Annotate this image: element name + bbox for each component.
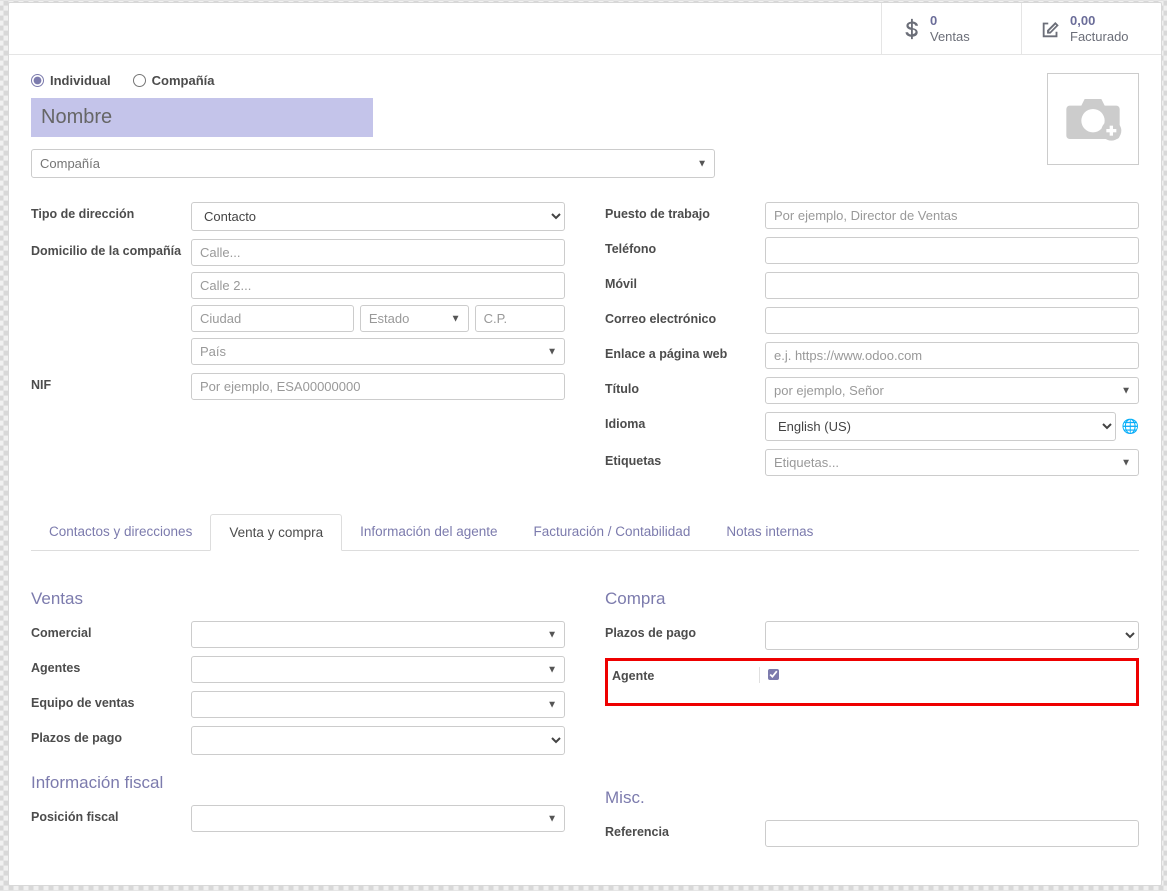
tags-label: Etiquetas bbox=[605, 449, 765, 468]
agents-input[interactable] bbox=[191, 656, 565, 683]
company-address-label: Domicilio de la compañía bbox=[31, 239, 191, 258]
tags-input[interactable] bbox=[765, 449, 1139, 476]
agents-label: Agentes bbox=[31, 656, 191, 675]
purchase-section-heading: Compra bbox=[605, 589, 1139, 609]
street2-input[interactable] bbox=[191, 272, 565, 299]
phone-input[interactable] bbox=[765, 237, 1139, 264]
nif-label: NIF bbox=[31, 373, 191, 392]
payment-terms-select[interactable] bbox=[191, 726, 565, 755]
pencil-note-icon bbox=[1040, 18, 1062, 40]
salesperson-label: Comercial bbox=[31, 621, 191, 640]
state-input[interactable] bbox=[360, 305, 469, 332]
website-label: Enlace a página web bbox=[605, 342, 765, 361]
fiscal-position-label: Posición fiscal bbox=[31, 805, 191, 824]
invoiced-stat-button[interactable]: 0,00 Facturado bbox=[1021, 3, 1161, 54]
city-input[interactable] bbox=[191, 305, 354, 332]
fiscal-section-heading: Información fiscal bbox=[31, 773, 565, 793]
phone-label: Teléfono bbox=[605, 237, 765, 256]
camera-plus-icon bbox=[1063, 94, 1123, 144]
nif-input[interactable] bbox=[191, 373, 565, 400]
payment-terms-label: Plazos de pago bbox=[31, 726, 191, 745]
sales-stat-value: 0 bbox=[930, 13, 970, 29]
invoiced-stat-value: 0,00 bbox=[1070, 13, 1129, 29]
purchase-payment-terms-label: Plazos de pago bbox=[605, 621, 765, 640]
tab-sale-purchase[interactable]: Venta y compra bbox=[210, 514, 342, 551]
image-upload-box[interactable] bbox=[1047, 73, 1139, 165]
radio-individual[interactable]: Individual bbox=[31, 73, 111, 88]
country-input[interactable] bbox=[191, 338, 565, 365]
language-label: Idioma bbox=[605, 412, 765, 431]
agent-checkbox-label: Agente bbox=[612, 667, 760, 683]
name-input[interactable] bbox=[31, 98, 373, 137]
title-input[interactable] bbox=[765, 377, 1139, 404]
street-input[interactable] bbox=[191, 239, 565, 266]
misc-section-heading: Misc. bbox=[605, 788, 1139, 808]
form-sheet: 0 Ventas 0,00 Facturado Individu bbox=[8, 2, 1162, 886]
dollar-icon bbox=[900, 18, 922, 40]
purchase-payment-terms-select[interactable] bbox=[765, 621, 1139, 650]
email-input[interactable] bbox=[765, 307, 1139, 334]
sales-stat-button[interactable]: 0 Ventas bbox=[881, 3, 1021, 54]
email-label: Correo electrónico bbox=[605, 307, 765, 326]
invoiced-stat-label: Facturado bbox=[1070, 29, 1129, 45]
company-select[interactable] bbox=[31, 149, 715, 178]
website-input[interactable] bbox=[765, 342, 1139, 369]
tab-agent-info[interactable]: Información del agente bbox=[342, 514, 515, 551]
job-input[interactable] bbox=[765, 202, 1139, 229]
zip-input[interactable] bbox=[475, 305, 565, 332]
tabs-row: Contactos y direcciones Venta y compra I… bbox=[31, 514, 1139, 551]
mobile-label: Móvil bbox=[605, 272, 765, 291]
radio-company[interactable]: Compañía bbox=[133, 73, 215, 88]
sales-team-label: Equipo de ventas bbox=[31, 691, 191, 710]
tab-contacts[interactable]: Contactos y direcciones bbox=[31, 514, 210, 551]
tab-accounting[interactable]: Facturación / Contabilidad bbox=[515, 514, 708, 551]
tab-notes[interactable]: Notas internas bbox=[708, 514, 831, 551]
stat-buttons-row: 0 Ventas 0,00 Facturado bbox=[9, 3, 1161, 55]
salesperson-input[interactable] bbox=[191, 621, 565, 648]
address-type-select[interactable]: Contacto bbox=[191, 202, 565, 231]
globe-icon[interactable]: 🌐 bbox=[1122, 418, 1139, 435]
sales-section-heading: Ventas bbox=[31, 589, 565, 609]
address-type-label: Tipo de dirección bbox=[31, 202, 191, 221]
agent-checkbox[interactable] bbox=[768, 669, 779, 680]
agent-highlight-box: Agente bbox=[605, 658, 1139, 706]
job-label: Puesto de trabajo bbox=[605, 202, 765, 221]
language-select[interactable]: English (US) bbox=[765, 412, 1116, 441]
sales-team-input[interactable] bbox=[191, 691, 565, 718]
sales-stat-label: Ventas bbox=[930, 29, 970, 45]
title-label: Título bbox=[605, 377, 765, 396]
mobile-input[interactable] bbox=[765, 272, 1139, 299]
reference-label: Referencia bbox=[605, 820, 765, 839]
fiscal-position-input[interactable] bbox=[191, 805, 565, 832]
reference-input[interactable] bbox=[765, 820, 1139, 847]
contact-type-radios: Individual Compañía bbox=[31, 73, 1027, 88]
